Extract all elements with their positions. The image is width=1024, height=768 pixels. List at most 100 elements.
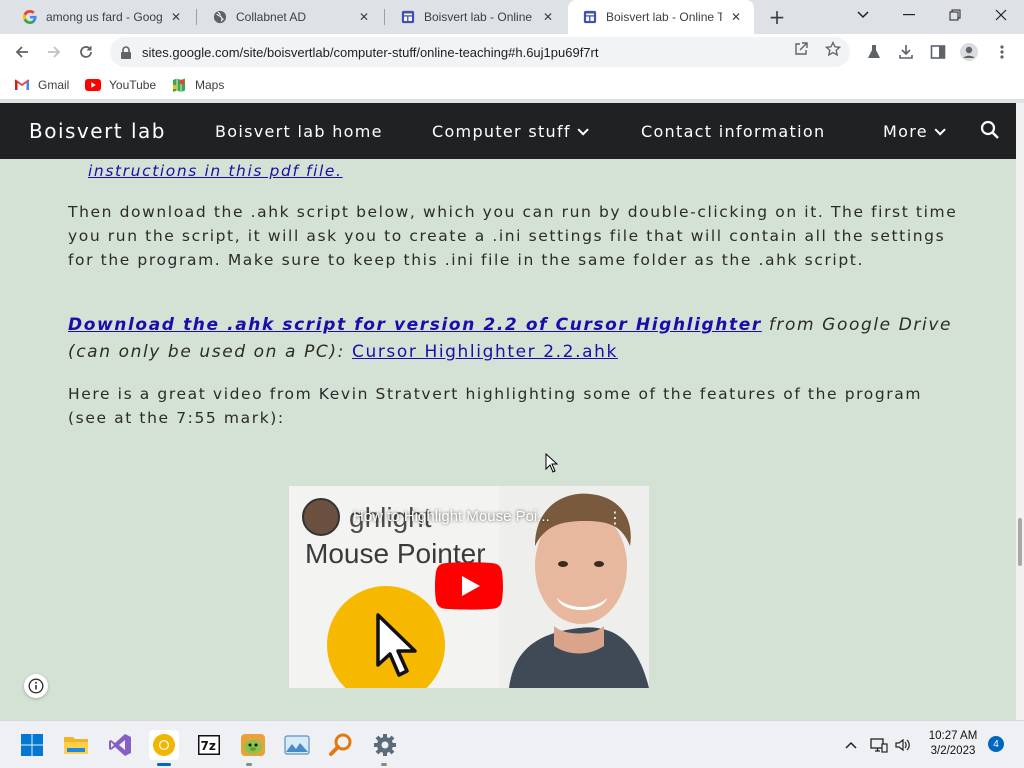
file-explorer-icon[interactable] bbox=[61, 730, 91, 760]
browser-toolbar: sites.google.com/site/boisvertlab/comput… bbox=[0, 34, 1024, 70]
nav-contact[interactable]: Contact information bbox=[641, 122, 825, 141]
scrollbar-thumb[interactable] bbox=[1018, 518, 1022, 566]
site-brand[interactable]: Boisvert lab bbox=[29, 119, 166, 143]
youtube-icon bbox=[85, 77, 101, 93]
close-tab-icon[interactable]: ✕ bbox=[728, 9, 744, 25]
reload-button[interactable] bbox=[72, 38, 100, 66]
bookmark-label: YouTube bbox=[109, 78, 157, 92]
google-g-icon bbox=[22, 9, 38, 25]
more-menu-icon[interactable] bbox=[992, 42, 1012, 62]
download-paragraph: Download the .ahk script for version 2.2… bbox=[68, 312, 968, 366]
nav-home[interactable]: Boisvert lab home bbox=[215, 122, 383, 141]
google-sites-icon bbox=[582, 9, 598, 25]
bookmark-maps[interactable]: Maps bbox=[171, 76, 224, 94]
new-tab-button[interactable]: + bbox=[766, 5, 788, 29]
google-sites-icon bbox=[400, 9, 416, 25]
7zip-icon[interactable]: 7z bbox=[194, 730, 224, 760]
notification-badge[interactable]: 4 bbox=[988, 736, 1004, 752]
search-tool-icon[interactable] bbox=[326, 730, 356, 760]
close-tab-icon[interactable]: ✕ bbox=[168, 9, 184, 25]
site-header: Boisvert lab Boisvert lab home Computer … bbox=[0, 103, 1016, 159]
maps-icon bbox=[171, 77, 187, 93]
nav-label: Boisvert lab home bbox=[215, 122, 383, 141]
tab-collabnet[interactable]: Collabnet AD ✕ bbox=[198, 0, 382, 34]
chevron-down-icon bbox=[934, 123, 946, 136]
photos-icon[interactable] bbox=[282, 730, 312, 760]
game-icon[interactable] bbox=[238, 730, 268, 760]
running-app-indicator bbox=[246, 763, 252, 766]
nav-label: Computer stuff bbox=[432, 122, 571, 141]
mouse-pointer-icon bbox=[376, 613, 417, 677]
info-icon[interactable] bbox=[24, 674, 48, 698]
youtube-video-embed[interactable]: ghlight Mouse Pointer How to Highlight M… bbox=[289, 486, 649, 688]
taskbar-clock[interactable]: 10:27 AM 3/2/2023 bbox=[922, 729, 984, 759]
lock-icon[interactable] bbox=[120, 45, 134, 59]
page-content: instructions in this pdf file. Then down… bbox=[0, 159, 1016, 720]
minimize-button[interactable] bbox=[886, 0, 932, 30]
download-script-link[interactable]: Download the .ahk script for version 2.2… bbox=[68, 315, 762, 335]
tab-title: Boisvert lab - Online Te bbox=[606, 10, 722, 24]
pdf-link-text[interactable]: instructions in this pdf file. bbox=[88, 162, 343, 180]
video-intro-paragraph: Here is a great video from Kevin Stratve… bbox=[68, 385, 923, 427]
page-scrollbar[interactable] bbox=[1016, 103, 1024, 720]
start-icon[interactable] bbox=[17, 730, 47, 760]
globe-icon bbox=[212, 9, 228, 25]
download-icon[interactable] bbox=[896, 42, 916, 62]
search-icon[interactable] bbox=[980, 120, 1002, 142]
labs-flask-icon[interactable] bbox=[864, 42, 884, 62]
bookmarks-bar: Gmail YouTube Maps bbox=[0, 70, 1024, 100]
back-button[interactable] bbox=[8, 38, 36, 66]
chevron-down-icon bbox=[577, 123, 589, 136]
running-app-indicator bbox=[381, 763, 387, 766]
tab-among-us[interactable]: among us fard - Googl ✕ bbox=[8, 0, 194, 34]
nav-label: Contact information bbox=[641, 122, 826, 141]
tab-boisvert-active[interactable]: Boisvert lab - Online Te ✕ bbox=[568, 0, 754, 34]
tab-separator bbox=[384, 9, 385, 25]
ahk-file-link[interactable]: Cursor Highlighter 2.2.ahk bbox=[352, 342, 618, 362]
tab-search-button[interactable] bbox=[840, 0, 886, 30]
settings-icon[interactable] bbox=[370, 730, 400, 760]
close-window-button[interactable] bbox=[978, 0, 1024, 30]
tab-title: Boisvert lab - Online Te bbox=[424, 10, 534, 24]
bookmark-label: Maps bbox=[195, 78, 225, 92]
clock-date: 3/2/2023 bbox=[930, 745, 976, 757]
pdf-instructions-link[interactable]: instructions in this pdf file. bbox=[88, 159, 988, 183]
url-text: sites.google.com/site/boisvertlab/comput… bbox=[142, 44, 599, 60]
share-icon[interactable] bbox=[793, 41, 809, 57]
tab-strip: among us fard - Googl ✕ Collabnet AD ✕ B… bbox=[0, 0, 1024, 34]
side-panel-icon[interactable] bbox=[928, 42, 948, 62]
gmail-icon bbox=[14, 77, 30, 93]
restore-button[interactable] bbox=[932, 0, 978, 30]
svg-text:7z: 7z bbox=[201, 739, 216, 753]
download-instructions-paragraph: Then download the .ahk script below, whi… bbox=[68, 203, 958, 269]
tab-boisvert-1[interactable]: Boisvert lab - Online Te ✕ bbox=[386, 0, 566, 34]
bookmark-label: Gmail bbox=[38, 78, 70, 92]
active-app-indicator bbox=[157, 763, 171, 766]
bookmark-gmail[interactable]: Gmail bbox=[14, 76, 69, 94]
bookmark-youtube[interactable]: YouTube bbox=[85, 76, 156, 94]
address-bar[interactable]: sites.google.com/site/boisvertlab/comput… bbox=[110, 37, 850, 67]
tab-separator bbox=[196, 9, 197, 25]
network-icon[interactable] bbox=[869, 735, 889, 755]
nav-computer-stuff[interactable]: Computer stuff bbox=[432, 122, 589, 141]
forward-button[interactable] bbox=[40, 38, 68, 66]
clock-time: 10:27 AM bbox=[928, 730, 978, 742]
volume-icon[interactable] bbox=[893, 735, 913, 755]
profile-avatar-icon[interactable] bbox=[959, 42, 979, 62]
more-vert-icon[interactable]: ⋮ bbox=[607, 508, 623, 528]
show-hidden-icons-chevron-icon[interactable] bbox=[841, 735, 861, 755]
close-tab-icon[interactable]: ✕ bbox=[356, 9, 372, 25]
nav-more[interactable]: More bbox=[883, 122, 946, 141]
close-tab-icon[interactable]: ✕ bbox=[540, 9, 556, 25]
tab-title: among us fard - Googl bbox=[46, 10, 162, 24]
bookmark-star-icon[interactable] bbox=[825, 41, 841, 57]
video-title[interactable]: How to Highlight Mouse Poi... bbox=[353, 508, 550, 525]
chrome-icon[interactable] bbox=[149, 730, 179, 760]
play-button-icon[interactable] bbox=[435, 562, 503, 610]
nav-label: More bbox=[883, 122, 928, 141]
visual-studio-icon[interactable] bbox=[105, 730, 135, 760]
mouse-cursor-icon bbox=[545, 453, 559, 473]
tab-title: Collabnet AD bbox=[236, 10, 307, 24]
channel-avatar[interactable] bbox=[302, 498, 340, 536]
windows-taskbar: 7z bbox=[0, 720, 1024, 768]
